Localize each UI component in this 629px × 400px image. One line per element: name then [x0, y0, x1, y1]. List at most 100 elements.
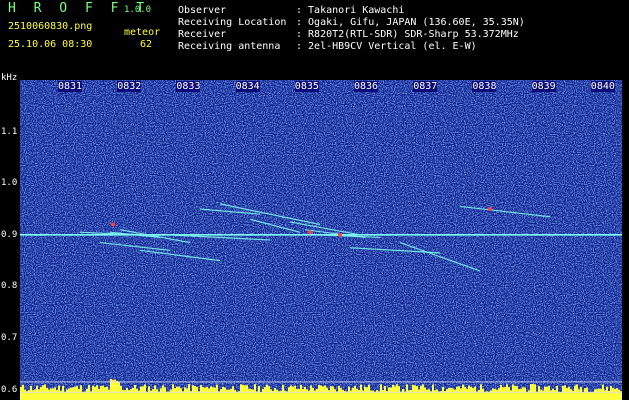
meteor-hotspot	[111, 222, 115, 227]
lowband-bar	[68, 388, 70, 400]
lowband-bar	[416, 386, 418, 400]
lowband-bar	[468, 385, 470, 400]
lowband-bar	[418, 389, 420, 400]
lowband-bar	[114, 379, 116, 400]
lowband-bar	[582, 391, 584, 400]
lowband-bar	[402, 388, 404, 400]
lowband-bar	[250, 389, 252, 400]
lowband-bar	[54, 387, 56, 400]
lowband-bar	[596, 389, 598, 400]
lowband-bar	[62, 385, 64, 400]
lowband-bar	[310, 385, 312, 400]
lowband-bar	[296, 388, 298, 400]
lowband-bar	[474, 386, 476, 400]
y-tick-label: 1.0	[1, 178, 18, 189]
lowband-bar	[562, 385, 564, 400]
lowband-bar	[470, 387, 472, 400]
lowband-bar	[478, 390, 480, 400]
lowband-bar	[56, 389, 58, 400]
lowband-bar	[328, 390, 330, 400]
lowband-bar	[606, 386, 608, 400]
lowband-bar	[206, 386, 208, 400]
lowband-bar	[222, 386, 224, 400]
lowband-bar	[334, 389, 336, 400]
lowband-bar	[28, 390, 30, 400]
lowband-bar	[560, 391, 562, 400]
lowband-bar	[580, 387, 582, 400]
lowband-bar	[586, 387, 588, 400]
lowband-bar	[196, 386, 198, 400]
lowband-bar	[104, 387, 106, 400]
lowband-bar	[592, 391, 594, 400]
lowband-bar	[180, 388, 182, 400]
lowband-bar	[578, 389, 580, 400]
lowband-bar	[434, 390, 436, 400]
lowband-bar	[248, 388, 250, 400]
lowband-bar	[52, 388, 54, 400]
lowband-bar	[234, 389, 236, 400]
y-tick-label: 0.6	[1, 384, 18, 395]
lowband-bar	[510, 390, 512, 400]
lowband-bar	[82, 391, 84, 400]
lowband-bar	[102, 385, 104, 400]
lowband-bar	[332, 386, 334, 400]
x-tick-label: 0836	[354, 81, 379, 92]
lowband-bar	[374, 391, 376, 400]
lowband-bar	[264, 386, 266, 400]
lowband-bar	[484, 391, 486, 400]
x-tick-label: 0837	[413, 81, 438, 92]
lowband-bar	[20, 386, 22, 400]
lowband-bar	[174, 388, 176, 400]
lowband-bar	[522, 387, 524, 400]
lowband-bar	[48, 389, 50, 400]
lowband-bar	[518, 389, 520, 400]
lowband-bar	[574, 385, 576, 400]
lowband-bar	[270, 389, 272, 400]
meteor-hotspot	[338, 232, 342, 237]
lowband-bar	[106, 386, 108, 400]
lowband-bar	[166, 391, 168, 400]
lowband-bar	[186, 388, 188, 400]
lowband-bar	[590, 391, 592, 400]
lowband-bar	[230, 388, 232, 400]
lowband-bar	[274, 387, 276, 400]
lowband-bar	[458, 386, 460, 400]
lowband-bar	[556, 385, 558, 400]
lowband-bar	[184, 387, 186, 400]
x-tick-label: 0840	[590, 81, 615, 92]
lowband-bar	[288, 387, 290, 400]
x-tick-label: 0834	[235, 81, 260, 92]
lowband-bar	[178, 386, 180, 400]
lowband-bar	[614, 388, 616, 400]
lowband-bar	[520, 388, 522, 400]
lowband-bar	[400, 391, 402, 400]
lowband-bar	[524, 387, 526, 400]
lowband-bar	[236, 391, 238, 400]
lowband-bar	[364, 386, 366, 400]
lowband-bar	[540, 389, 542, 400]
lowband-bar	[382, 390, 384, 400]
lowband-bar	[464, 386, 466, 400]
lowband-bar	[256, 391, 258, 400]
lowband-bar	[570, 389, 572, 400]
lowband-bar	[504, 387, 506, 400]
lowband-bar	[536, 391, 538, 400]
info-key-location: Receiving Location	[178, 17, 287, 28]
lowband-bar	[568, 386, 570, 400]
lowband-bar	[384, 386, 386, 400]
lowband-bar	[490, 390, 492, 400]
x-tick-label: 0833	[176, 81, 201, 92]
lowband-bar	[136, 388, 138, 400]
lowband-bar	[74, 386, 76, 400]
lowband-bar	[466, 388, 468, 400]
info-value-antenna: : 2el-HB9CV Vertical (el. E-W)	[296, 41, 477, 52]
lowband-bar	[326, 387, 328, 400]
lowband-bar	[446, 389, 448, 400]
lowband-bar	[202, 387, 204, 400]
y-tick-label: 1.1	[1, 126, 18, 137]
lowband-bar	[420, 386, 422, 400]
lowband-bar	[36, 385, 38, 400]
lowband-bar	[112, 379, 114, 400]
lowband-bar	[262, 388, 264, 400]
y-unit-label: kHz	[1, 73, 18, 83]
